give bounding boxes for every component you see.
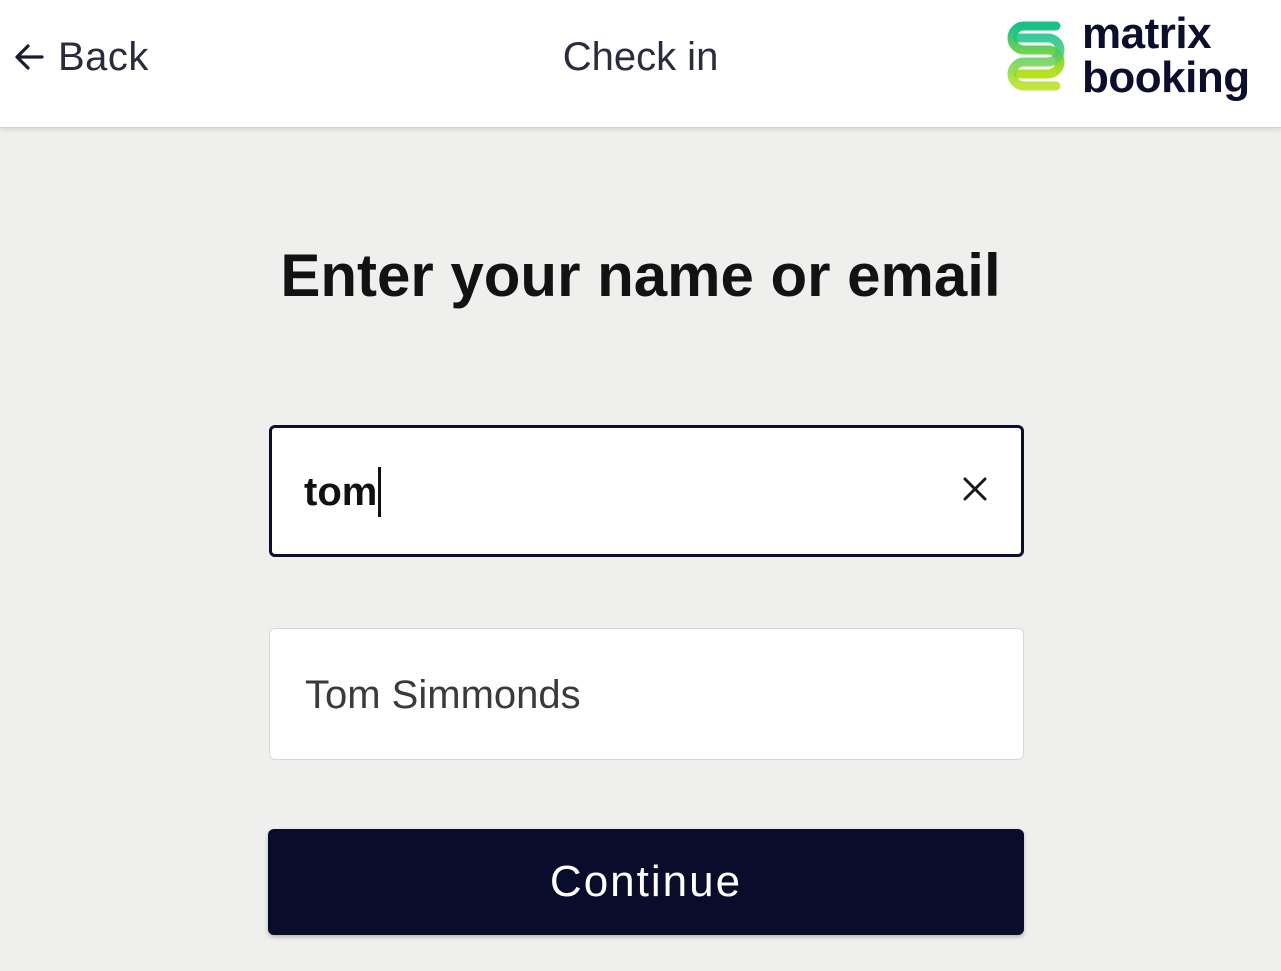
continue-button[interactable]: Continue [268,829,1024,935]
brand-logo: matrix booking [1004,12,1250,100]
logo-line-2: booking [1082,53,1250,102]
form-heading: Enter your name or email [280,242,1001,309]
app-header: Back Check in matrix booking [0,0,1281,128]
logo-line-1: matrix [1082,9,1212,58]
text-caret [378,467,382,517]
suggestion-label: Tom Simmonds [305,673,581,717]
clear-input-button[interactable] [952,468,998,514]
continue-label: Continue [549,857,743,906]
name-or-email-input[interactable]: tom [269,425,1024,557]
close-icon [961,475,989,508]
logo-wordmark: matrix booking [1082,12,1250,100]
suggestion-item[interactable]: Tom Simmonds [269,628,1024,760]
matrix-booking-logo-icon [1004,12,1068,100]
input-text: tom [304,470,378,514]
name-or-email-value: tom [304,466,382,518]
